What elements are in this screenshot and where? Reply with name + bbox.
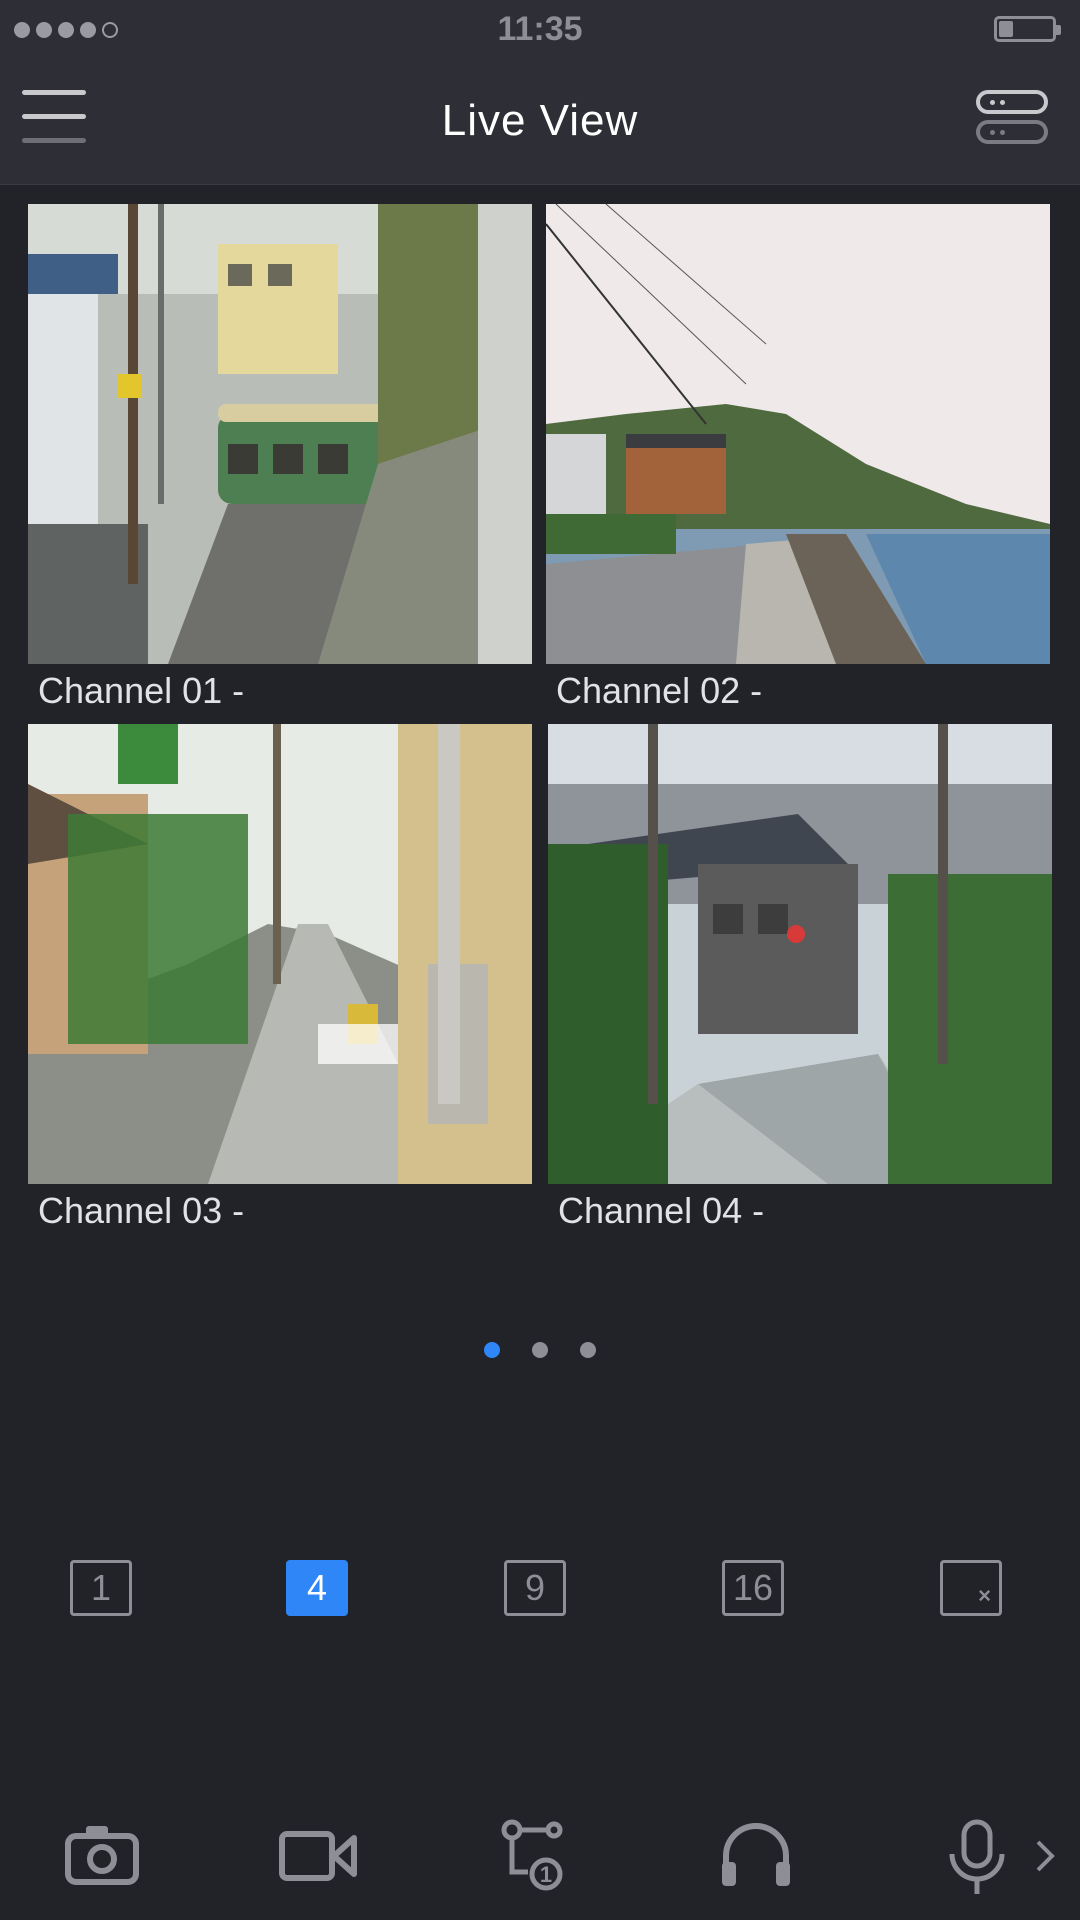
headphones-icon[interactable]	[716, 1818, 796, 1894]
layout-9-button[interactable]: 9	[504, 1560, 566, 1616]
page-dot-3[interactable]	[580, 1342, 596, 1358]
camera-icon[interactable]	[62, 1818, 142, 1894]
channel-label: Channel 02 -	[556, 670, 763, 711]
channel-label: Channel 01 -	[38, 670, 245, 711]
channel-video-feed[interactable]	[548, 724, 1052, 1184]
page-indicator	[0, 1342, 1080, 1358]
close-split-icon[interactable]: ×	[940, 1560, 1002, 1616]
ptz-icon[interactable]: 1	[498, 1818, 578, 1894]
channel-label: Channel 04 -	[558, 1190, 765, 1231]
channel-video-feed[interactable]	[546, 204, 1050, 664]
layout-4-button[interactable]: 4	[286, 1560, 348, 1616]
chevron-right-icon[interactable]	[1030, 1818, 1060, 1894]
page-dot-2[interactable]	[532, 1342, 548, 1358]
channel-tile-3[interactable]: Channel 03 -	[28, 724, 532, 1231]
page-title: Live View	[441, 96, 639, 145]
svg-text:1: 1	[540, 1862, 552, 1887]
layout-16-button[interactable]: 16	[722, 1560, 784, 1616]
status-time: 11:35	[497, 10, 583, 48]
microphone-icon[interactable]	[938, 1818, 1018, 1894]
battery-icon	[994, 16, 1061, 42]
channel-video-feed[interactable]	[28, 724, 532, 1184]
page-dot-1[interactable]	[484, 1342, 500, 1358]
channel-label: Channel 03 -	[38, 1190, 245, 1231]
video-record-icon[interactable]	[278, 1818, 358, 1894]
layout-1-button[interactable]: 1	[70, 1560, 132, 1616]
app-header: Live View	[0, 60, 1080, 185]
device-list-icon[interactable]	[976, 90, 1048, 148]
channel-tile-4[interactable]: Channel 04 -	[548, 724, 1052, 1231]
channel-video-feed[interactable]	[28, 204, 532, 664]
status-bar: 11:35	[0, 0, 1080, 60]
bottom-toolbar: 1	[0, 1818, 1080, 1894]
channel-tile-1[interactable]: Channel 01 -	[28, 204, 532, 711]
channel-tile-2[interactable]: Channel 02 -	[546, 204, 1050, 711]
split-layout-bar: 1 4 9 16 ×	[0, 1560, 1080, 1620]
